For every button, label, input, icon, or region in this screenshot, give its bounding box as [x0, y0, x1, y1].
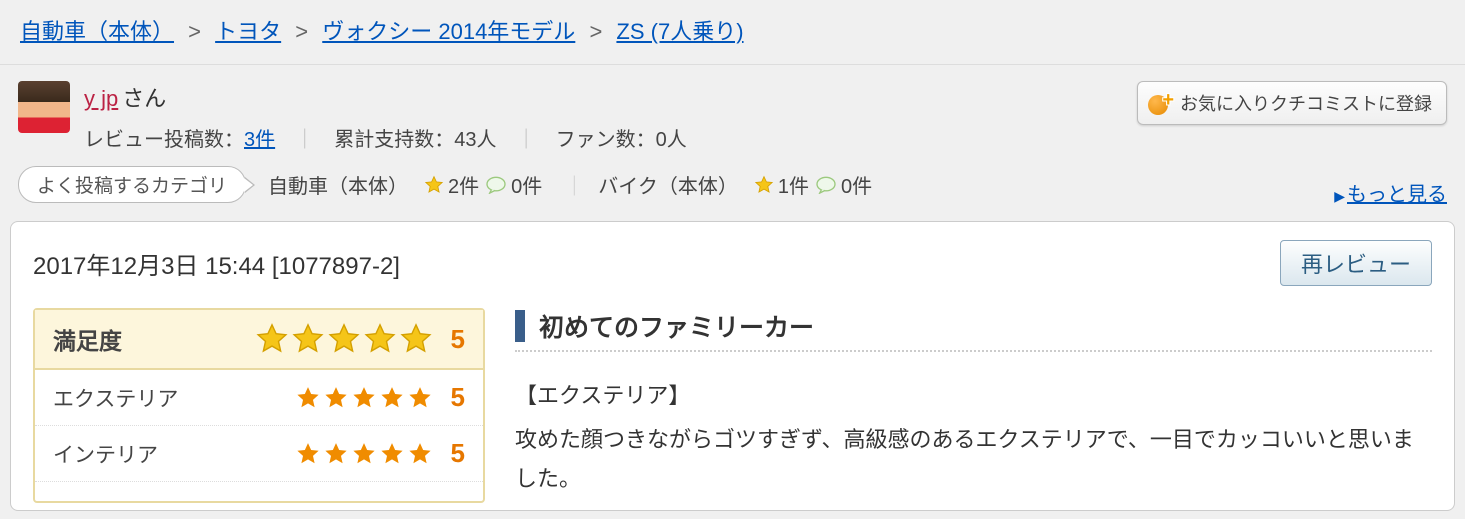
- fans-value: 0人: [656, 129, 687, 151]
- freq-category-item: 自動車（本体） 2件 0件: [268, 170, 542, 199]
- review-title-wrap: 初めてのファミリーカー: [515, 308, 1432, 344]
- add-favorite-label: お気に入りクチコミストに登録: [1180, 90, 1432, 116]
- add-favorite-button[interactable]: + お気に入りクチコミストに登録: [1137, 81, 1447, 125]
- freq-review-count: 1件: [778, 170, 809, 199]
- review-body: 満足度 5 エクステリア: [33, 308, 1432, 503]
- breadcrumb-link-2[interactable]: ヴォクシー 2014年モデル: [322, 19, 575, 44]
- star-icon: [754, 173, 774, 196]
- freq-comment-count: 0件: [511, 170, 542, 199]
- arrow-right-icon: ▶: [1334, 188, 1345, 204]
- review-title: 初めてのファミリーカー: [539, 308, 814, 344]
- rereview-button[interactable]: 再レビュー: [1280, 240, 1432, 286]
- freq-cat-name: 自動車（本体）: [268, 170, 408, 199]
- title-underline: [515, 350, 1432, 352]
- user-header: y jpさん レビュー投稿数：3件 ｜ 累計支持数：43人 ｜ ファン数：0人 …: [0, 65, 1465, 160]
- user-suffix: さん: [122, 86, 166, 111]
- user-stats: レビュー投稿数：3件 ｜ 累計支持数：43人 ｜ ファン数：0人: [84, 123, 1447, 152]
- rating-value: 5: [443, 382, 465, 413]
- freq-comment-count: 0件: [841, 170, 872, 199]
- user-name-link[interactable]: y jp: [84, 86, 118, 111]
- rating-label: インテリア: [53, 439, 158, 469]
- review-paragraph: 攻めた顔つきながらゴツすぎず、高級感のあるエクステリアで、一目でカッコいいと思い…: [515, 420, 1432, 499]
- review-count-link[interactable]: 3件: [244, 129, 275, 151]
- breadcrumb-sep: >: [589, 19, 602, 44]
- avatar[interactable]: [18, 81, 70, 133]
- review-card: 2017年12月3日 15:44 [1077897-2] 再レビュー 満足度 5: [10, 221, 1455, 511]
- rating-label: 満足度: [53, 322, 122, 356]
- cat-divider: ｜: [564, 170, 584, 199]
- rating-row: エクステリア 5: [35, 370, 483, 426]
- review-datetime: 2017年12月3日 15:44: [33, 253, 265, 280]
- rating-row-overall: 満足度 5: [35, 310, 483, 370]
- freq-cat-name: バイク（本体）: [598, 170, 738, 199]
- fans-label: ファン数：: [556, 129, 656, 151]
- rating-stars: [295, 441, 433, 467]
- support-label: 累計支持数：: [334, 129, 454, 151]
- rating-value: 5: [443, 438, 465, 469]
- stat-divider: ｜: [295, 129, 315, 151]
- review-content: 【エクステリア】 攻めた顔つきながらゴツすぎず、高級感のあるエクステリアで、一目…: [515, 376, 1432, 499]
- add-icon: +: [1148, 91, 1172, 115]
- more-link-wrap: ▶もっと見る: [1334, 178, 1447, 207]
- breadcrumb-sep: >: [188, 19, 201, 44]
- review-count-label: レビュー投稿数：: [84, 129, 244, 151]
- star-icon: [424, 173, 444, 196]
- breadcrumb-link-1[interactable]: トヨタ: [215, 19, 281, 44]
- breadcrumb-sep: >: [295, 19, 308, 44]
- rating-label: エクステリア: [53, 383, 178, 413]
- freq-label: よく投稿するカテゴリ: [18, 166, 246, 203]
- breadcrumb: 自動車（本体） > トヨタ > ヴォクシー 2014年モデル > ZS (7人乗…: [0, 0, 1465, 65]
- rating-row: インテリア 5: [35, 426, 483, 482]
- breadcrumb-link-3[interactable]: ZS (7人乗り): [616, 19, 743, 44]
- comment-icon: [815, 173, 837, 196]
- rating-stars: [295, 385, 433, 411]
- rating-value: 5: [443, 324, 465, 355]
- breadcrumb-link-0[interactable]: 自動車（本体）: [20, 19, 174, 44]
- comment-icon: [485, 173, 507, 196]
- more-link[interactable]: もっと見る: [1347, 184, 1447, 206]
- stat-divider: ｜: [516, 129, 536, 151]
- freq-review-count: 2件: [448, 170, 479, 199]
- review-section-heading: 【エクステリア】: [515, 376, 1432, 416]
- review-id: [1077897-2]: [272, 253, 400, 280]
- review-datetime-line: 2017年12月3日 15:44 [1077897-2]: [33, 246, 400, 281]
- title-bar-icon: [515, 310, 525, 342]
- rating-stars: [255, 322, 433, 356]
- review-text: 初めてのファミリーカー 【エクステリア】 攻めた顔つきながらゴツすぎず、高級感の…: [515, 308, 1432, 503]
- freq-category-item: バイク（本体） 1件 0件: [598, 170, 872, 199]
- rating-table: 満足度 5 エクステリア: [33, 308, 485, 503]
- review-header: 2017年12月3日 15:44 [1077897-2] 再レビュー: [33, 240, 1432, 286]
- frequent-categories-row: よく投稿するカテゴリ 自動車（本体） 2件 0件 ｜ バイク（本体） 1件 0件…: [0, 160, 1465, 217]
- support-value: 43人: [454, 129, 496, 151]
